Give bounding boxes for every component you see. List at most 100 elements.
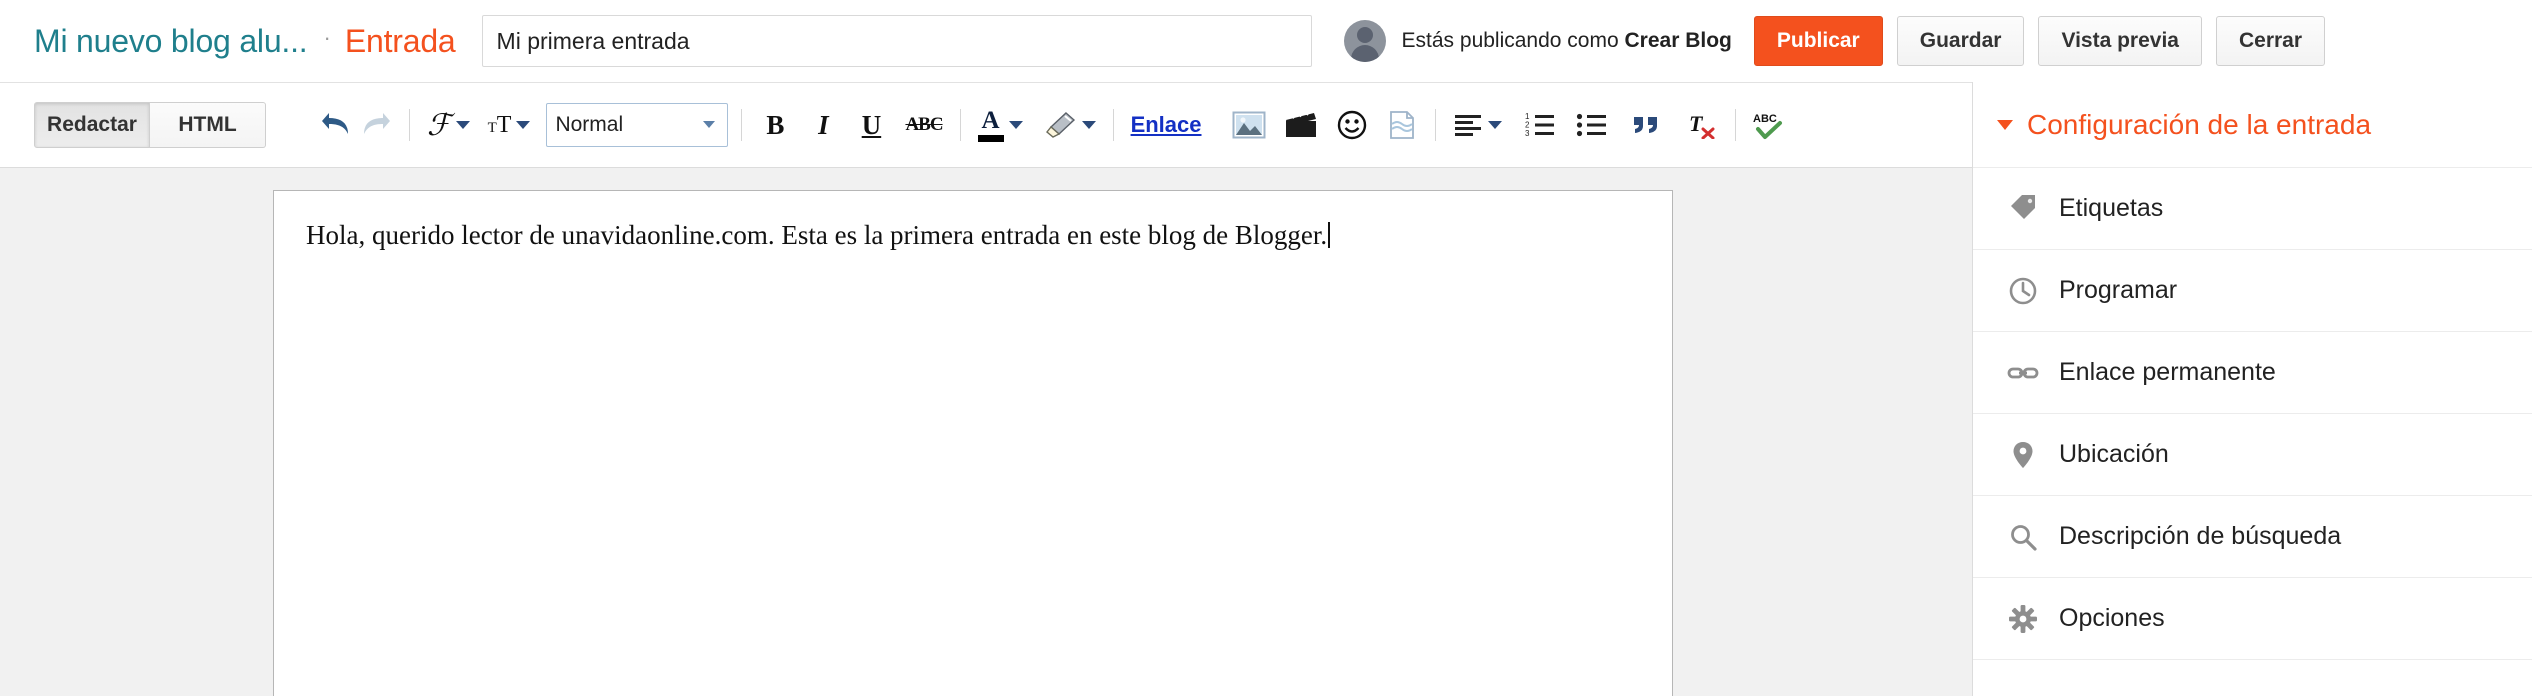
bold-button[interactable]: B (755, 103, 795, 147)
tag-icon (2003, 194, 2043, 224)
bullet-list-icon (1576, 113, 1606, 137)
chevron-down-icon (703, 121, 716, 128)
font-size-button[interactable]: TT (484, 103, 535, 147)
post-title-input[interactable] (481, 15, 1312, 67)
image-icon (1232, 111, 1265, 139)
numbered-list-icon: 1 2 3 (1525, 112, 1554, 138)
post-settings-sidebar: Configuración de la entrada Etiquetas Pr… (1972, 82, 2532, 696)
redo-button[interactable] (356, 103, 396, 147)
paragraph-format-select[interactable]: Normal (546, 103, 729, 147)
toolbar-divider-4 (1112, 109, 1114, 141)
spellcheck-icon: ABC (1753, 113, 1782, 139)
toolbar-divider-5 (1434, 109, 1436, 141)
font-family-button[interactable]: ℱ (423, 103, 474, 147)
bold-icon: B (766, 109, 785, 140)
post-settings-header[interactable]: Configuración de la entrada (1973, 82, 2532, 168)
sidebar-item-label: Ubicación (2059, 440, 2169, 468)
undo-button[interactable] (316, 103, 356, 147)
italic-icon: I (818, 109, 829, 140)
post-content-editor[interactable]: Hola, querido lector de unavidaonline.co… (273, 190, 1673, 696)
sidebar-item-label: Etiquetas (2059, 194, 2164, 222)
gear-icon (2003, 604, 2043, 634)
app-header: Mi nuevo blog alu... · Entrada Estás pub… (0, 0, 2532, 82)
font-family-icon: ℱ (427, 108, 451, 142)
editor-body-area: Hola, querido lector de unavidaonline.co… (0, 168, 1972, 696)
insert-image-button[interactable] (1228, 103, 1270, 147)
paragraph-format-value: Normal (555, 113, 624, 136)
title-separator: · (323, 25, 331, 50)
toolbar-divider-6 (1734, 109, 1736, 141)
link-icon (2003, 358, 2043, 388)
text-color-button[interactable]: A (974, 103, 1027, 147)
chevron-down-icon (516, 121, 531, 129)
sidebar-item-label: Opciones (2059, 604, 2165, 632)
insert-video-button[interactable] (1280, 103, 1322, 147)
italic-button[interactable]: I (803, 103, 843, 147)
bullet-list-button[interactable] (1572, 103, 1612, 147)
undo-icon (322, 113, 348, 134)
save-button[interactable]: Guardar (1896, 16, 2025, 66)
post-content-text: Hola, querido lector de unavidaonline.co… (306, 220, 1328, 250)
page-break-icon (1389, 111, 1414, 139)
font-size-icon: TT (487, 111, 512, 138)
close-button[interactable]: Cerrar (2215, 16, 2326, 66)
sidebar-item-descripcion-busqueda[interactable]: Descripción de búsqueda (1973, 496, 2532, 578)
redo-icon (364, 113, 390, 134)
chevron-down-icon (1487, 121, 1502, 129)
blogger-post-editor: Mi nuevo blog alu... · Entrada Estás pub… (0, 0, 2532, 696)
chevron-down-icon (455, 121, 470, 129)
sidebar-item-label: Enlace permanente (2059, 358, 2276, 386)
video-clapperboard-icon (1285, 110, 1316, 137)
editor-toolbar: Redactar HTML ℱ TT Normal B I U ABC A En… (0, 82, 1972, 168)
jump-break-button[interactable] (1382, 103, 1422, 147)
sidebar-item-ubicacion[interactable]: Ubicación (1973, 414, 2532, 496)
svg-text:3: 3 (1525, 129, 1530, 138)
remove-formatting-button[interactable]: T (1682, 103, 1722, 147)
sidebar-item-etiquetas[interactable]: Etiquetas (1973, 168, 2532, 250)
chevron-down-icon (1081, 121, 1096, 129)
text-color-icon: A (977, 107, 1004, 142)
tab-html[interactable]: HTML (150, 102, 266, 148)
search-icon (2003, 522, 2043, 552)
smiley-icon (1337, 110, 1366, 140)
publishing-as-account: Crear Blog (1624, 29, 1732, 52)
text-cursor (1328, 222, 1331, 248)
insert-emoji-button[interactable] (1332, 103, 1372, 147)
sidebar-item-label: Descripción de búsqueda (2059, 522, 2342, 550)
spellcheck-button[interactable]: ABC (1749, 103, 1789, 147)
underline-icon: U (861, 109, 882, 140)
post-content-text-wrap: Hola, querido lector de unavidaonline.co… (274, 191, 1672, 253)
highlight-color-button[interactable] (1039, 103, 1100, 147)
publishing-as-label: Estás publicando como Crear Blog (1402, 29, 1732, 53)
toolbar-divider-3 (959, 109, 961, 141)
underline-button[interactable]: U (851, 103, 891, 147)
toolbar-divider-1 (409, 109, 410, 141)
entry-type-label: Entrada (344, 22, 456, 59)
editor-mode-tabs: Redactar HTML (34, 102, 266, 148)
svg-text:T: T (1689, 111, 1704, 136)
blockquote-button[interactable] (1626, 103, 1666, 147)
location-pin-icon (2003, 440, 2043, 470)
sidebar-item-opciones[interactable]: Opciones (1973, 578, 2532, 660)
chevron-down-icon (1997, 119, 2013, 130)
strikethrough-button[interactable]: ABC (901, 103, 946, 147)
text-color-letter: A (981, 107, 1000, 134)
svg-text:ABC: ABC (1753, 113, 1777, 125)
numbered-list-button[interactable]: 1 2 3 (1520, 103, 1560, 147)
publish-button[interactable]: Publicar (1753, 16, 1883, 66)
align-left-icon (1454, 115, 1481, 136)
quote-icon (1633, 117, 1657, 133)
preview-button[interactable]: Vista previa (2038, 16, 2202, 66)
avatar (1343, 20, 1386, 62)
chevron-down-icon (1008, 121, 1023, 129)
alignment-button[interactable] (1449, 103, 1506, 147)
sidebar-item-enlace-permanente[interactable]: Enlace permanente (1973, 332, 2532, 414)
sidebar-item-label: Programar (2059, 276, 2178, 304)
marker-pen-icon (1045, 112, 1075, 138)
sidebar-item-programar[interactable]: Programar (1973, 250, 2532, 332)
insert-link-button[interactable]: Enlace (1127, 112, 1206, 138)
blog-title[interactable]: Mi nuevo blog alu... (34, 23, 308, 60)
clock-icon (2003, 276, 2043, 306)
strikethrough-icon: ABC (905, 114, 943, 135)
tab-redactar[interactable]: Redactar (34, 102, 150, 148)
